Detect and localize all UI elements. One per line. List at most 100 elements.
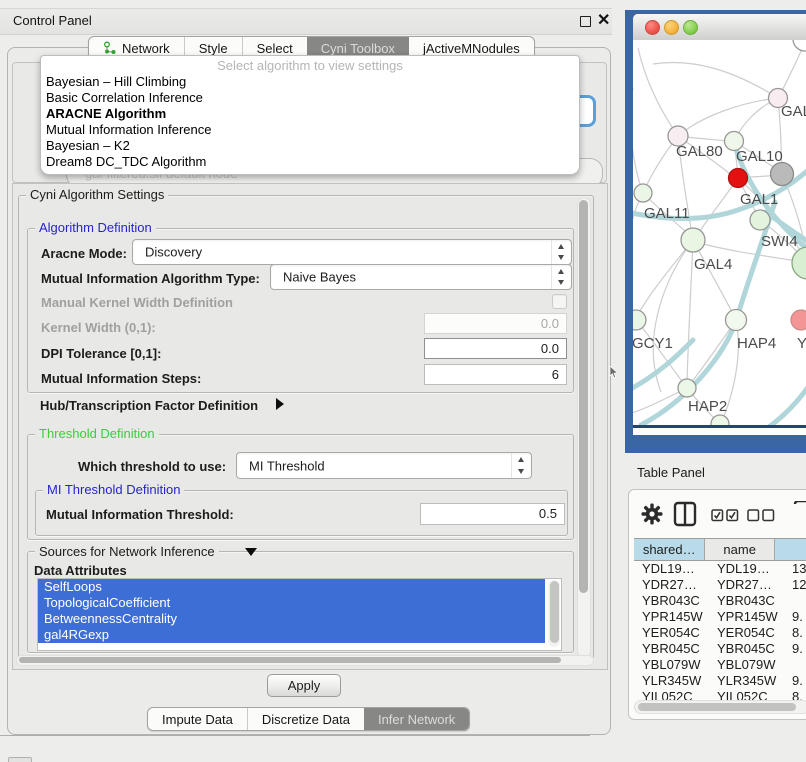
tab-discretize-data[interactable]: Discretize Data <box>247 708 364 730</box>
attribute-item[interactable]: gal4RGexp <box>38 627 545 643</box>
tab-label: jActiveMNodules <box>423 41 520 56</box>
tab-label: Impute Data <box>162 712 233 727</box>
table-panel-card: shared… name YDL19…YDL19…13 YDR27…YDR27…… <box>628 489 806 720</box>
close-icon[interactable]: ✕ <box>597 10 610 30</box>
settings-horizontal-scrollbar[interactable] <box>16 655 594 666</box>
settings-horizontal-scrollbar-thumb[interactable] <box>19 657 561 663</box>
kernel-width-label: Kernel Width (0,1): <box>41 320 156 335</box>
algorithm-popup-placeholder: Select algorithm to view settings <box>41 58 579 73</box>
dpi-tolerance-label: DPI Tolerance [0,1]: <box>41 346 161 361</box>
aracne-mode-value: Discovery <box>145 245 202 260</box>
kernel-width-input[interactable]: 0.0 <box>424 313 567 334</box>
desktop: Control Panel ✕ Network Style Select Cyn… <box>0 0 806 762</box>
zoom-traffic-light-icon[interactable] <box>683 20 698 35</box>
minimize-traffic-light-icon[interactable] <box>664 20 679 35</box>
split-panel-icon[interactable] <box>673 501 697 527</box>
table-row[interactable]: YPR145WYPR145W9. <box>634 609 806 625</box>
cyni-settings-title: Cyni Algorithm Settings <box>26 187 168 202</box>
collapse-down-icon[interactable] <box>245 548 257 556</box>
close-traffic-light-icon[interactable] <box>645 20 660 35</box>
column-header-partial[interactable] <box>775 539 806 560</box>
expand-right-icon[interactable] <box>276 398 284 410</box>
manual-kernel-label: Manual Kernel Width Definition <box>41 295 233 310</box>
node-label: Y <box>797 335 806 352</box>
network-canvas[interactable]: GAL GAL80 GAL10 GAL1 GAL11 SWI4 GAL4 GCY… <box>633 40 806 425</box>
algorithm-definition-title: Algorithm Definition <box>35 220 156 235</box>
node-label: GCY1 <box>633 335 673 352</box>
control-panel-titlebar: Control Panel ✕ <box>0 8 612 35</box>
data-attributes-list[interactable]: SelfLoops TopologicalCoefficient Between… <box>37 578 562 651</box>
control-panel-title: Control Panel <box>13 13 92 28</box>
tab-label: Select <box>257 41 293 56</box>
hub-definition-label[interactable]: Hub/Transcription Factor Definition <box>40 398 258 413</box>
network-window-titlebar[interactable] <box>633 14 806 41</box>
network-icon <box>103 41 117 55</box>
settings-vertical-scrollbar-thumb[interactable] <box>579 200 588 593</box>
tab-infer-network[interactable]: Infer Network <box>364 708 469 730</box>
settings-vertical-scrollbar[interactable] <box>577 197 591 658</box>
algorithm-option-selected[interactable]: ARACNE Algorithm <box>46 106 166 121</box>
which-threshold-label: Which threshold to use: <box>78 459 226 474</box>
algorithm-dropdown-popup: Select algorithm to view settings Bayesi… <box>40 55 580 175</box>
bottom-left-widget[interactable] <box>8 757 32 762</box>
algorithm-option[interactable]: Dream8 DC_TDC Algorithm <box>46 154 206 169</box>
aracne-mode-label: Aracne Mode: <box>41 246 127 261</box>
mi-type-label: Mutual Information Algorithm Type: <box>41 271 260 286</box>
mi-steps-input[interactable]: 6 <box>424 364 567 385</box>
attributes-scrollbar[interactable] <box>548 580 560 647</box>
table-row[interactable]: YLR345WYLR345W9. <box>634 673 806 689</box>
stepper-icon <box>511 453 531 478</box>
table-horizontal-scrollbar[interactable] <box>634 700 806 714</box>
float-window-icon[interactable] <box>580 16 591 27</box>
node-label: GAL <box>781 103 806 120</box>
hide-columns-icon[interactable] <box>747 509 775 522</box>
column-header-shared-name[interactable]: shared… <box>634 539 705 560</box>
aracne-mode-combo[interactable]: Discovery <box>132 239 572 265</box>
export-table-icon[interactable] <box>793 501 806 527</box>
show-columns-icon[interactable] <box>711 509 739 522</box>
table-row[interactable]: YDR27…YDR27…12 <box>634 577 806 593</box>
node-label: GAL4 <box>694 256 732 273</box>
attribute-item[interactable]: BetweennessCentrality <box>38 611 545 627</box>
sources-title: Sources for Network Inference <box>35 544 219 559</box>
attribute-item[interactable]: SelfLoops <box>38 579 545 595</box>
table-row[interactable]: YBR045CYBR045C9. <box>634 641 806 657</box>
which-threshold-combo[interactable]: MI Threshold <box>236 452 532 479</box>
algorithm-option[interactable]: Mutual Information Inference <box>46 122 211 137</box>
algorithm-option[interactable]: Bayesian – K2 <box>46 138 130 153</box>
tab-impute-data[interactable]: Impute Data <box>148 708 247 730</box>
attributes-scrollbar-thumb[interactable] <box>550 581 559 643</box>
attribute-item[interactable]: TopologicalCoefficient <box>38 595 545 611</box>
column-header-name[interactable]: name <box>705 539 775 560</box>
node-label: GAL80 <box>676 143 723 160</box>
node-label: GAL1 <box>740 191 778 208</box>
mi-type-value: Naive Bayes <box>283 270 356 285</box>
table-row[interactable]: YDL19…YDL19…13 <box>634 561 806 577</box>
mi-threshold-input[interactable]: 0.5 <box>420 503 565 525</box>
tab-label: Network <box>122 41 170 56</box>
table-header-row: shared… name <box>634 538 806 561</box>
network-view-window: GAL GAL80 GAL10 GAL1 GAL11 SWI4 GAL4 GCY… <box>625 10 806 453</box>
node-label: HAP4 <box>737 335 776 352</box>
table-body[interactable]: YDL19…YDL19…13 YDR27…YDR27…12 YBR043CYBR… <box>634 561 806 701</box>
mi-type-combo[interactable]: Naive Bayes <box>270 264 572 290</box>
node-label: SWI4 <box>761 233 798 250</box>
gear-icon[interactable] <box>641 503 663 525</box>
bottom-tabs: Impute Data Discretize Data Infer Networ… <box>147 707 470 731</box>
threshold-definition-title: Threshold Definition <box>35 426 159 441</box>
dpi-tolerance-input[interactable]: 0.0 <box>424 338 567 359</box>
apply-button[interactable]: Apply <box>267 674 341 697</box>
mi-threshold-label: Mutual Information Threshold: <box>46 507 234 522</box>
table-row[interactable]: YBR043CYBR043C <box>634 593 806 609</box>
tab-label: Cyni Toolbox <box>321 41 395 56</box>
table-panel-title: Table Panel <box>637 465 705 480</box>
manual-kernel-checkbox[interactable] <box>552 294 567 309</box>
table-horizontal-scrollbar-thumb[interactable] <box>638 703 796 711</box>
algorithm-option[interactable]: Basic Correlation Inference <box>46 90 203 105</box>
mi-steps-label: Mutual Information Steps: <box>41 371 201 386</box>
network-graph: GAL GAL80 GAL10 GAL1 GAL11 SWI4 GAL4 GCY… <box>633 40 806 425</box>
mi-threshold-group-title: MI Threshold Definition <box>43 482 184 497</box>
table-row[interactable]: YER054CYER054C8. <box>634 625 806 641</box>
table-row[interactable]: YBL079WYBL079W <box>634 657 806 673</box>
algorithm-option[interactable]: Bayesian – Hill Climbing <box>46 74 186 89</box>
